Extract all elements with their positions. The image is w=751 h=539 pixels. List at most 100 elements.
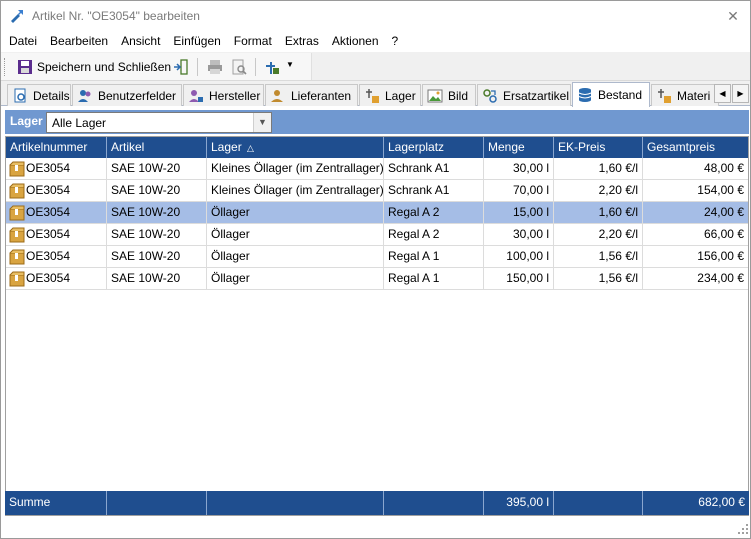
cell-lagerplatz[interactable]: Regal A 2: [384, 202, 484, 224]
cell-artikelnummer[interactable]: OE3054: [6, 246, 107, 268]
table-row[interactable]: OE3054 SAE 10W-20 Öllager Regal A 1 100,00 l…: [6, 246, 748, 268]
table-row[interactable]: OE3054 SAE 10W-20 Öllager Regal A 2 15,00 l 1…: [6, 202, 748, 224]
menu-einfuegen[interactable]: Einfügen: [173, 31, 227, 52]
menu-format[interactable]: Format: [234, 31, 279, 52]
cell-lager[interactable]: Kleines Öllager (im Zentrallager): [207, 180, 384, 202]
tab-details[interactable]: Details: [7, 84, 71, 106]
column-header-artikelnummer[interactable]: Artikelnummer: [6, 137, 107, 158]
resize-grip-icon[interactable]: [738, 524, 748, 534]
cell-artikelnummer[interactable]: OE3054: [6, 158, 107, 180]
cell-text: Kleines Öllager (im Zentrallager): [211, 161, 384, 175]
cell-artikel[interactable]: SAE 10W-20: [107, 158, 207, 180]
menu-bearbeiten[interactable]: Bearbeiten: [50, 31, 115, 52]
tab-bestand[interactable]: Bestand: [572, 82, 650, 107]
cell-menge[interactable]: 70,00 l: [484, 180, 554, 202]
cell-gesamtpreis[interactable]: 66,00 €: [643, 224, 748, 246]
tab-scroll-right-icon[interactable]: ▶: [732, 84, 749, 103]
cell-lagerplatz[interactable]: Regal A 1: [384, 268, 484, 290]
cell-text: Öllager: [211, 249, 250, 263]
cell-artikel[interactable]: SAE 10W-20: [107, 268, 207, 290]
tab-lieferanten[interactable]: Lieferanten: [265, 84, 358, 106]
cell-artikel[interactable]: SAE 10W-20: [107, 246, 207, 268]
column-header-artikel[interactable]: Artikel: [107, 137, 207, 158]
close-document-icon[interactable]: [172, 58, 190, 76]
tab-benutzerfelder[interactable]: Benutzerfelder: [72, 84, 182, 106]
cell-ek-preis[interactable]: 1,60 €/l: [554, 158, 643, 180]
cell-menge[interactable]: 100,00 l: [484, 246, 554, 268]
cell-artikelnummer[interactable]: OE3054: [6, 224, 107, 246]
lager-filter-select[interactable]: Alle Lager ▼: [46, 112, 272, 133]
cell-ek-preis[interactable]: 2,20 €/l: [554, 180, 643, 202]
article-box-icon: [9, 271, 25, 287]
article-box-icon: [9, 249, 25, 265]
cell-gesamtpreis[interactable]: 156,00 €: [643, 246, 748, 268]
tab-hersteller[interactable]: Hersteller: [183, 84, 264, 106]
column-header-lagerplatz[interactable]: Lagerplatz: [384, 137, 484, 158]
cell-ek-preis[interactable]: 1,56 €/l: [554, 268, 643, 290]
cell-lager[interactable]: Öllager: [207, 268, 384, 290]
print-icon[interactable]: [206, 58, 224, 76]
cell-ek-preis[interactable]: 1,60 €/l: [554, 202, 643, 224]
cell-menge[interactable]: 15,00 l: [484, 202, 554, 224]
print-preview-icon[interactable]: [230, 58, 248, 76]
column-header-lager[interactable]: Lager △: [207, 137, 384, 158]
table-row[interactable]: OE3054 SAE 10W-20 Öllager Regal A 1 150,00 l…: [6, 268, 748, 290]
cell-text: Kleines Öllager (im Zentrallager): [211, 183, 384, 197]
menu-extras[interactable]: Extras: [285, 31, 326, 52]
cell-artikelnummer[interactable]: OE3054: [6, 180, 107, 202]
cell-text: 30,00 l: [512, 227, 549, 241]
cell-ek-preis[interactable]: 2,20 €/l: [554, 224, 643, 246]
cell-lager[interactable]: Öllager: [207, 202, 384, 224]
cell-lager[interactable]: Kleines Öllager (im Zentrallager): [207, 158, 384, 180]
cell-text: 66,00 €: [703, 227, 744, 241]
cell-lagerplatz[interactable]: Schrank A1: [384, 158, 484, 180]
table-row[interactable]: OE3054 SAE 10W-20 Kleines Öllager (im Zent…: [6, 180, 748, 202]
tab-material[interactable]: Materi: [651, 84, 719, 106]
table-row[interactable]: OE3054 SAE 10W-20 Kleines Öllager (im Zent…: [6, 158, 748, 180]
cell-lager[interactable]: Öllager: [207, 246, 384, 268]
tab-lager[interactable]: Lager: [359, 84, 421, 106]
cell-artikel[interactable]: SAE 10W-20: [107, 180, 207, 202]
cell-gesamtpreis[interactable]: 24,00 €: [643, 202, 748, 224]
details-icon: [14, 88, 26, 102]
insert-action-icon[interactable]: [263, 58, 281, 76]
column-header-ek-preis[interactable]: EK-Preis: [554, 137, 643, 158]
tab-bild[interactable]: Bild: [422, 84, 476, 106]
cell-artikel[interactable]: SAE 10W-20: [107, 202, 207, 224]
cell-gesamtpreis[interactable]: 154,00 €: [643, 180, 748, 202]
close-icon[interactable]: ✕: [716, 1, 750, 31]
cell-artikel[interactable]: SAE 10W-20: [107, 224, 207, 246]
cell-ek-preis[interactable]: 1,56 €/l: [554, 246, 643, 268]
cell-text: Öllager: [211, 227, 250, 241]
cell-menge[interactable]: 30,00 l: [484, 158, 554, 180]
cell-menge[interactable]: 30,00 l: [484, 224, 554, 246]
cell-gesamtpreis[interactable]: 48,00 €: [643, 158, 748, 180]
table-row[interactable]: OE3054 SAE 10W-20 Öllager Regal A 2 30,00 l 2…: [6, 224, 748, 246]
cell-artikelnummer[interactable]: OE3054: [6, 268, 107, 290]
tab-ersatzartikel[interactable]: Ersatzartikel: [477, 84, 571, 106]
save-and-close-button[interactable]: Speichern und Schließen: [17, 57, 171, 77]
chevron-down-icon[interactable]: ▼: [253, 113, 271, 132]
cell-lagerplatz[interactable]: Schrank A1: [384, 180, 484, 202]
toolbar-grip[interactable]: [4, 58, 7, 76]
column-header-menge[interactable]: Menge: [484, 137, 554, 158]
image-icon: [427, 89, 443, 102]
cell-text: 1,56 €/l: [598, 249, 638, 263]
cell-artikelnummer[interactable]: OE3054: [6, 202, 107, 224]
tab-scroll-left-icon[interactable]: ◀: [714, 84, 731, 103]
cell-lagerplatz[interactable]: Regal A 1: [384, 246, 484, 268]
chevron-down-icon[interactable]: ▼: [286, 60, 294, 69]
menu-aktionen[interactable]: Aktionen: [332, 31, 386, 52]
cell-text: SAE 10W-20: [111, 161, 181, 175]
sum-cell-empty: [107, 491, 207, 515]
save-and-close-label: Speichern und Schließen: [37, 60, 172, 74]
menu-ansicht[interactable]: Ansicht: [121, 31, 167, 52]
cell-gesamtpreis[interactable]: 234,00 €: [643, 268, 748, 290]
menu-help[interactable]: ?: [392, 31, 406, 52]
cell-lagerplatz[interactable]: Regal A 2: [384, 224, 484, 246]
column-header-gesamtpreis[interactable]: Gesamtpreis: [643, 137, 748, 158]
menu-datei[interactable]: Datei: [9, 31, 44, 52]
cell-lager[interactable]: Öllager: [207, 224, 384, 246]
cell-menge[interactable]: 150,00 l: [484, 268, 554, 290]
cell-text: 100,00 l: [506, 249, 549, 263]
